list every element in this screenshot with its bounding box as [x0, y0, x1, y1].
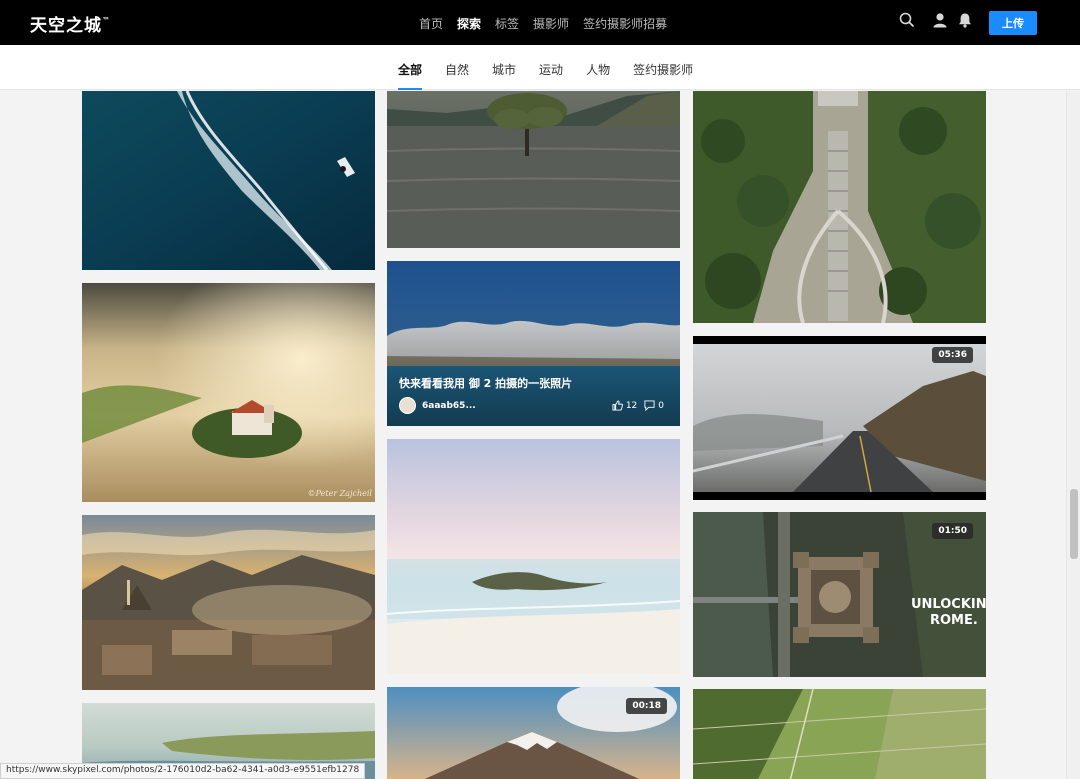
comment-stat[interactable]: 0: [644, 400, 664, 411]
photo-tile-beach-island[interactable]: [387, 439, 680, 674]
photo-tile-volcano[interactable]: 00:18: [387, 687, 680, 779]
comment-count: 0: [658, 400, 664, 411]
tab-people[interactable]: 人物: [586, 61, 610, 90]
photo-stats: 12 0: [605, 400, 664, 411]
comment-icon: [644, 400, 655, 411]
main-nav: 首页 探索 标签 摄影师 签约摄影师招募: [419, 15, 681, 32]
top-navigation-bar: 天空之城™ 首页 探索 标签 摄影师 签约摄影师招募 上传: [0, 0, 1080, 45]
mountain-city-photo: [82, 515, 375, 690]
nav-home[interactable]: 首页: [419, 15, 443, 32]
nav-explore[interactable]: 探索: [457, 15, 481, 32]
photo-tile-foggy-road[interactable]: 05:36: [693, 336, 986, 500]
photo-tile-foggy-castle[interactable]: ©Peter Zajcheil: [82, 283, 375, 502]
photo-tile-lake-tree[interactable]: [387, 91, 680, 248]
photo-tile-mountain-city[interactable]: [82, 515, 375, 690]
lake-tree-photo: [387, 91, 680, 248]
category-bar: 全部 自然 城市 运动 人物 签约摄影师: [0, 45, 1080, 90]
photo-gallery: ©Peter Zajcheil 快来看看我用 御 2 拍摄的一张照片 6aaab…: [0, 91, 1066, 779]
photo-tile-farmland[interactable]: [693, 689, 986, 779]
nav-signed-recruitment[interactable]: 签约摄影师招募: [583, 15, 667, 32]
author-name: 6aaab65...: [422, 400, 476, 411]
user-icon[interactable]: [932, 12, 952, 32]
photo-tile-lake-clouds[interactable]: 快来看看我用 御 2 拍摄的一张照片 6aaab65... 12 0: [387, 261, 680, 426]
like-count: 12: [625, 400, 638, 411]
page-scrollbar[interactable]: [1066, 91, 1080, 779]
author-avatar[interactable]: [399, 397, 416, 414]
tab-nature[interactable]: 自然: [445, 61, 469, 90]
video-duration: 01:50: [932, 523, 973, 539]
logo-trademark: ™: [102, 16, 111, 26]
category-tabs: 全部 自然 城市 运动 人物 签约摄影师: [398, 61, 716, 90]
thumbs-up-icon: [612, 400, 623, 411]
beach-island-photo: [387, 439, 680, 674]
scrollbar-thumb[interactable]: [1070, 489, 1078, 559]
like-stat[interactable]: 12: [612, 400, 637, 411]
foggy-castle-photo: [82, 283, 375, 502]
tab-signed-photographers[interactable]: 签约摄影师: [633, 61, 693, 90]
nav-tags[interactable]: 标签: [495, 15, 519, 32]
search-icon[interactable]: [899, 12, 919, 32]
photo-tile-castle-rome[interactable]: UNLOCKING ROME. 01:50: [693, 512, 986, 677]
nav-photographers[interactable]: 摄影师: [533, 15, 569, 32]
photo-author[interactable]: 6aaab65...: [399, 397, 476, 414]
photo-tile-forest-stairs[interactable]: [693, 91, 986, 323]
logo-text: 天空之城: [30, 16, 102, 36]
tab-all[interactable]: 全部: [398, 61, 423, 90]
video-duration: 00:18: [626, 698, 667, 714]
photo-title[interactable]: 快来看看我用 御 2 拍摄的一张照片: [399, 375, 572, 391]
photo-watermark: ©Peter Zajcheil: [307, 489, 372, 498]
bell-icon[interactable]: [957, 12, 977, 32]
farmland-photo: [693, 689, 986, 779]
video-duration: 05:36: [932, 347, 973, 363]
tab-city[interactable]: 城市: [492, 61, 516, 90]
tab-sports[interactable]: 运动: [539, 61, 563, 90]
upload-button[interactable]: 上传: [989, 11, 1037, 35]
video-overlay-text-line2: ROME.: [930, 613, 978, 628]
video-overlay-text-line1: UNLOCKING: [911, 597, 986, 612]
status-url: https://www.skypixel.com/photos/2-176010…: [0, 763, 366, 779]
photo-tile-ocean[interactable]: [82, 91, 375, 270]
ocean-photo: [82, 91, 375, 270]
forest-stairs-photo: [693, 91, 986, 323]
site-logo[interactable]: 天空之城™: [30, 11, 111, 36]
